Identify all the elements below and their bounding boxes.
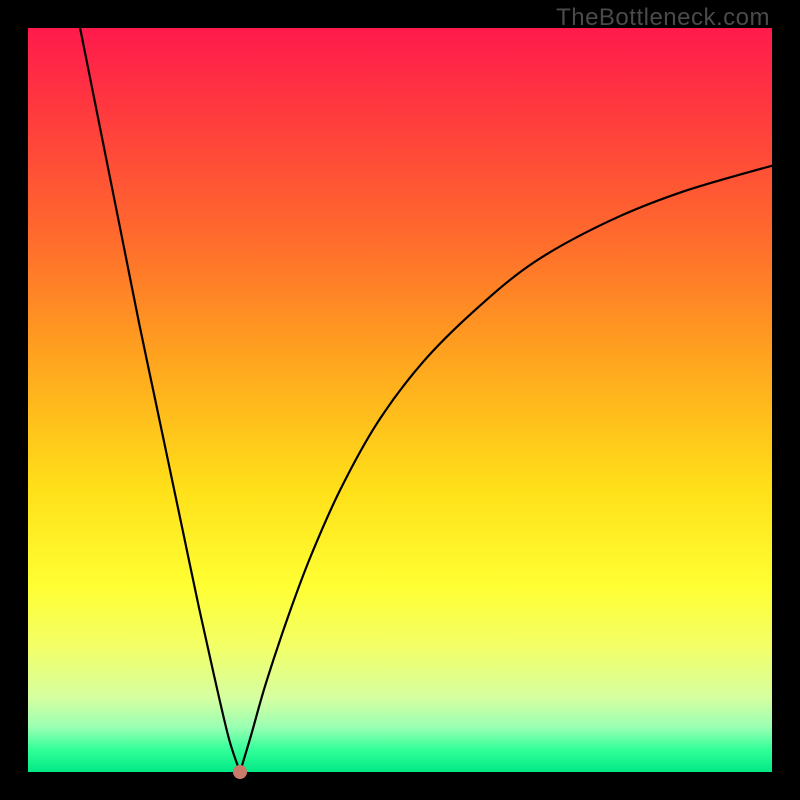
minimum-marker [233,765,247,779]
curve-svg [28,28,772,772]
curve-right-branch [240,166,772,772]
curve-left-branch [80,28,240,772]
chart-container: TheBottleneck.com [0,0,800,800]
